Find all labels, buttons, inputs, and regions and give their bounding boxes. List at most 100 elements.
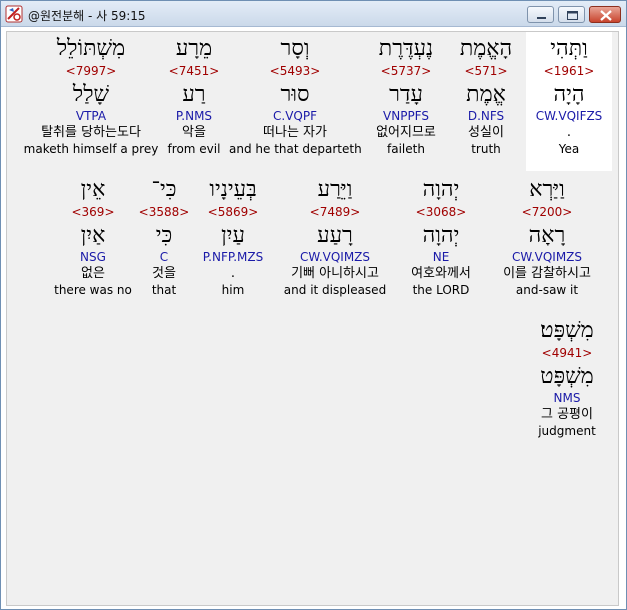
word-5493[interactable]: וְסָר <5493> סוּר C.VQPF 떠나는 자가 and he t…	[229, 36, 362, 157]
english-gloss: from evil	[167, 142, 221, 156]
morphology-code: NMS	[553, 391, 581, 405]
hebrew-word: בְּעֵינָיו	[209, 177, 257, 202]
maximize-button[interactable]	[558, 6, 585, 23]
korean-gloss: 없어지므로	[376, 125, 436, 140]
korean-gloss: 성실이	[468, 125, 504, 140]
strong-number[interactable]: <5737>	[363, 64, 449, 79]
morphology-code: CW.VQIFZS	[535, 109, 603, 123]
morphology-code: CW.VQIMZS	[299, 250, 371, 264]
hebrew-word: הָאֱמֶת	[459, 36, 513, 61]
morphology-code: P.NMS	[175, 109, 213, 123]
word-4941[interactable]: מִשְׁפָּט׃ <4941> מִשְׁפָּט NMS 그 공평이 ju…	[519, 318, 615, 439]
korean-gloss: 없은	[81, 266, 105, 281]
word-7489[interactable]: וַיֵּרַע <7489> רָעַע CW.VQIMZS 기뻐 아니하시고…	[275, 177, 395, 298]
hebrew-word: מִשְׁתּוֹלֵל	[56, 36, 126, 61]
window-title: @원전분해 - 사 59:15	[28, 9, 146, 23]
word-1961[interactable]: וַתְּהִי <1961> הָיָה CW.VQIFZS . Yea	[526, 32, 612, 171]
english-gloss: maketh himself a prey	[23, 142, 159, 156]
word-7200[interactable]: וַיַּרְא <7200> רָאָה CW.VQIMZS 이를 감찰하시고…	[497, 177, 597, 298]
english-gloss: faileth	[387, 142, 425, 156]
english-gloss: and-saw it	[515, 283, 579, 297]
strong-number[interactable]: <571>	[454, 64, 518, 79]
hebrew-lemma: רָאָה	[528, 223, 566, 248]
morphology-code: C	[159, 250, 169, 264]
korean-gloss: 탈취를 당하는도다	[41, 125, 141, 140]
english-gloss: him	[221, 283, 245, 297]
minimize-button[interactable]	[527, 6, 554, 23]
hebrew-lemma: רָעַע	[317, 223, 353, 248]
hebrew-word: וְסָר	[280, 36, 310, 61]
english-gloss: judgment	[538, 424, 596, 438]
word-5737[interactable]: נֶעְדֶּרֶת <5737> עָדַר VNPPFS 없어지므로 fai…	[363, 36, 449, 157]
hebrew-word: וַתְּהִי	[550, 36, 588, 61]
word-3068[interactable]: יְהוָה <3068> יְהוָה NE 여호와께서 the LORD	[396, 177, 486, 298]
hebrew-word: כִּי־	[151, 177, 177, 202]
english-gloss: and it displeased	[283, 283, 387, 297]
hebrew-word: נֶעְדֶּרֶת	[378, 36, 434, 61]
minimize-icon	[537, 17, 546, 19]
strong-number[interactable]: <5869>	[193, 205, 273, 220]
title-bar[interactable]: @원전분해 - 사 59:15	[1, 1, 626, 27]
korean-gloss: 기뻐 아니하시고	[291, 266, 379, 281]
hebrew-word: אֵין	[80, 177, 106, 202]
close-icon	[600, 10, 612, 21]
word-5869[interactable]: בְּעֵינָיו <5869> עַיִן P.NFP.MZS . him	[193, 177, 273, 298]
strong-number[interactable]: <7997>	[21, 64, 161, 79]
close-button[interactable]	[589, 6, 621, 23]
hebrew-word: מֵרָע	[175, 36, 213, 61]
korean-gloss: .	[230, 266, 236, 281]
hebrew-word: מִשְׁפָּט׃	[540, 318, 594, 343]
strong-number[interactable]: <1961>	[526, 64, 612, 79]
korean-gloss: 여호와께서	[411, 266, 471, 281]
strong-number[interactable]: <3068>	[396, 205, 486, 220]
korean-gloss: 것을	[152, 266, 176, 281]
strong-number[interactable]: <3588>	[137, 205, 191, 220]
hebrew-lemma: עָדַר	[389, 82, 423, 107]
korean-gloss: .	[566, 125, 572, 140]
strong-number[interactable]: <7489>	[275, 205, 395, 220]
word-7997[interactable]: מִשְׁתּוֹלֵל <7997> שָׁלַל VTPA 탈취를 당하는도…	[21, 36, 161, 157]
hebrew-lemma: שָׁלַל	[72, 82, 110, 107]
korean-gloss: 그 공평이	[541, 407, 593, 422]
strong-number[interactable]: <7451>	[162, 64, 226, 79]
hebrew-lemma: הָיָה	[553, 82, 585, 107]
hebrew-word: וַיֵּרַע	[317, 177, 353, 202]
morphology-code: D.NFS	[467, 109, 505, 123]
english-gloss: and he that departeth	[229, 142, 362, 156]
hebrew-word: יְהוָה	[422, 177, 460, 202]
morphology-code: VTPA	[75, 109, 107, 123]
english-gloss: there was no	[54, 283, 132, 297]
korean-gloss: 떠나는 자가	[263, 125, 327, 140]
app-window: @원전분해 - 사 59:15 וַתְּהִי <1961> הָיָה CW…	[0, 0, 627, 610]
english-gloss: truth	[471, 142, 501, 156]
word-3588[interactable]: כִּי־ <3588> כִּי C 것을 that	[137, 177, 191, 298]
hebrew-lemma: כִּי	[155, 223, 173, 248]
english-gloss: that	[151, 283, 177, 297]
morphology-code: CW.VQIMZS	[511, 250, 583, 264]
hebrew-lemma: אֱמֶת	[466, 82, 506, 107]
hebrew-lemma: סוּר	[280, 82, 310, 107]
strong-number[interactable]: <4941>	[519, 346, 615, 361]
hebrew-lemma: מִשְׁפָּט	[540, 364, 594, 389]
hebrew-lemma: אַיִן	[80, 223, 106, 248]
morphology-code: NSG	[80, 250, 106, 264]
morphology-code: VNPPFS	[383, 109, 429, 123]
korean-gloss: 이를 감찰하시고	[503, 266, 591, 281]
interlinear-panel: וַתְּהִי <1961> הָיָה CW.VQIFZS . Yea הָ…	[6, 31, 619, 606]
app-bible-icon[interactable]	[5, 5, 23, 23]
korean-gloss: 악을	[182, 125, 206, 140]
strong-number[interactable]: <7200>	[497, 205, 597, 220]
word-369[interactable]: אֵין <369> אַיִן NSG 없은 there was no	[51, 177, 135, 298]
word-7451[interactable]: מֵרָע <7451> רַע P.NMS 악을 from evil	[162, 36, 226, 157]
hebrew-word: וַיַּרְא	[529, 177, 565, 202]
strong-number[interactable]: <369>	[51, 205, 135, 220]
maximize-icon	[567, 11, 578, 20]
word-571[interactable]: הָאֱמֶת <571> אֱמֶת D.NFS 성실이 truth	[454, 36, 518, 157]
hebrew-lemma: יְהוָה	[422, 223, 460, 248]
morphology-code: NE	[432, 250, 450, 264]
morphology-code: P.NFP.MZS	[202, 250, 264, 264]
english-gloss: the LORD	[412, 283, 470, 297]
morphology-code: C.VQPF	[273, 109, 317, 123]
strong-number[interactable]: <5493>	[229, 64, 361, 79]
hebrew-lemma: עַיִן	[221, 223, 245, 248]
